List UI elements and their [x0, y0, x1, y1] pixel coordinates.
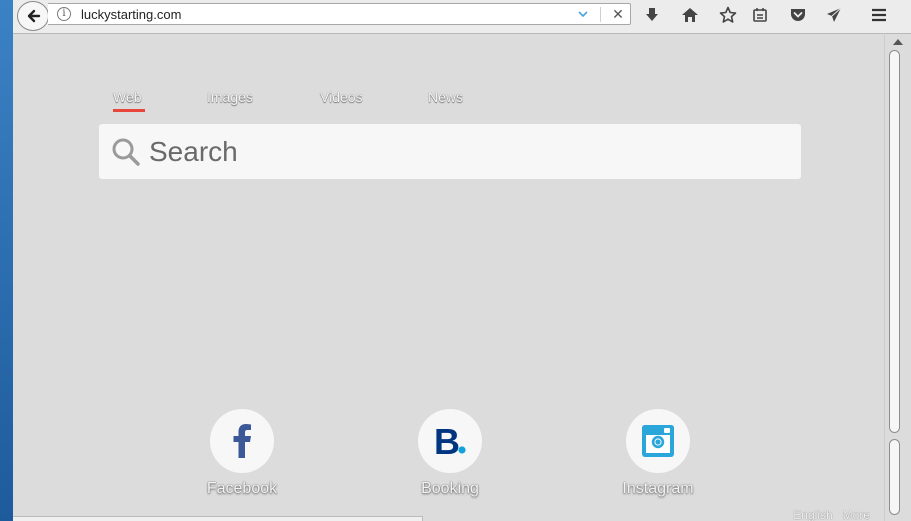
browser-toolbar: i luckystarting.com ✕ — [13, 0, 911, 34]
tile-icon-circle[interactable] — [626, 409, 690, 473]
scroll-thumb-lower[interactable] — [889, 439, 900, 515]
bookmark-star-icon[interactable] — [717, 5, 739, 25]
tile-booking[interactable]: B Booking — [400, 409, 500, 498]
search-icon[interactable] — [111, 137, 141, 167]
tile-label[interactable]: Instagram — [608, 480, 708, 498]
booking-icon: B — [434, 421, 466, 461]
scroll-up-arrow-icon[interactable] — [893, 39, 903, 45]
site-info-icon[interactable]: i — [57, 7, 71, 21]
language-link[interactable]: English — [793, 508, 832, 521]
tile-icon-circle[interactable]: B — [418, 409, 482, 473]
back-button[interactable] — [17, 1, 49, 31]
page-content: Web Images Videos News Search Facebook B… — [13, 35, 884, 521]
tab-label: Videos — [320, 89, 363, 105]
tab-videos[interactable]: Videos — [320, 89, 363, 105]
status-bar — [13, 516, 423, 521]
tile-label[interactable]: Booking — [400, 480, 500, 498]
home-icon[interactable] — [679, 5, 701, 25]
active-tab-indicator — [113, 109, 145, 112]
instagram-icon — [642, 425, 674, 457]
tab-label: News — [428, 89, 464, 105]
send-icon[interactable] — [823, 5, 845, 25]
url-text[interactable]: luckystarting.com — [81, 7, 181, 22]
tab-web[interactable]: Web — [113, 89, 145, 112]
tile-instagram[interactable]: Instagram — [608, 409, 708, 498]
svg-text:B: B — [434, 421, 460, 461]
facebook-icon — [233, 424, 251, 458]
search-box[interactable] — [99, 124, 801, 179]
pocket-icon[interactable] — [787, 5, 809, 25]
more-link[interactable]: More — [843, 508, 870, 521]
back-arrow-icon — [27, 9, 41, 23]
scroll-thumb[interactable] — [889, 50, 900, 433]
address-bar[interactable]: i luckystarting.com ✕ — [48, 3, 631, 25]
tab-images[interactable]: Images — [207, 89, 253, 105]
tab-label: Web — [113, 89, 142, 105]
close-icon[interactable]: ✕ — [610, 6, 626, 22]
tile-facebook[interactable]: Facebook — [192, 409, 292, 498]
vertical-scrollbar[interactable] — [884, 35, 911, 521]
menu-icon[interactable] — [868, 5, 890, 25]
url-divider — [600, 7, 601, 22]
tab-label: Images — [207, 89, 253, 105]
search-input[interactable] — [149, 132, 779, 172]
chevron-down-icon[interactable] — [576, 6, 590, 22]
tile-icon-circle[interactable] — [210, 409, 274, 473]
tab-news[interactable]: News — [428, 89, 463, 105]
desktop-window-edge — [0, 0, 13, 521]
footer-links-right: English More — [783, 508, 870, 521]
reading-list-icon[interactable] — [749, 5, 771, 25]
download-icon[interactable] — [641, 5, 663, 25]
browser-window: i luckystarting.com ✕ Web Images Videos … — [13, 0, 911, 521]
tile-label[interactable]: Facebook — [192, 480, 292, 498]
